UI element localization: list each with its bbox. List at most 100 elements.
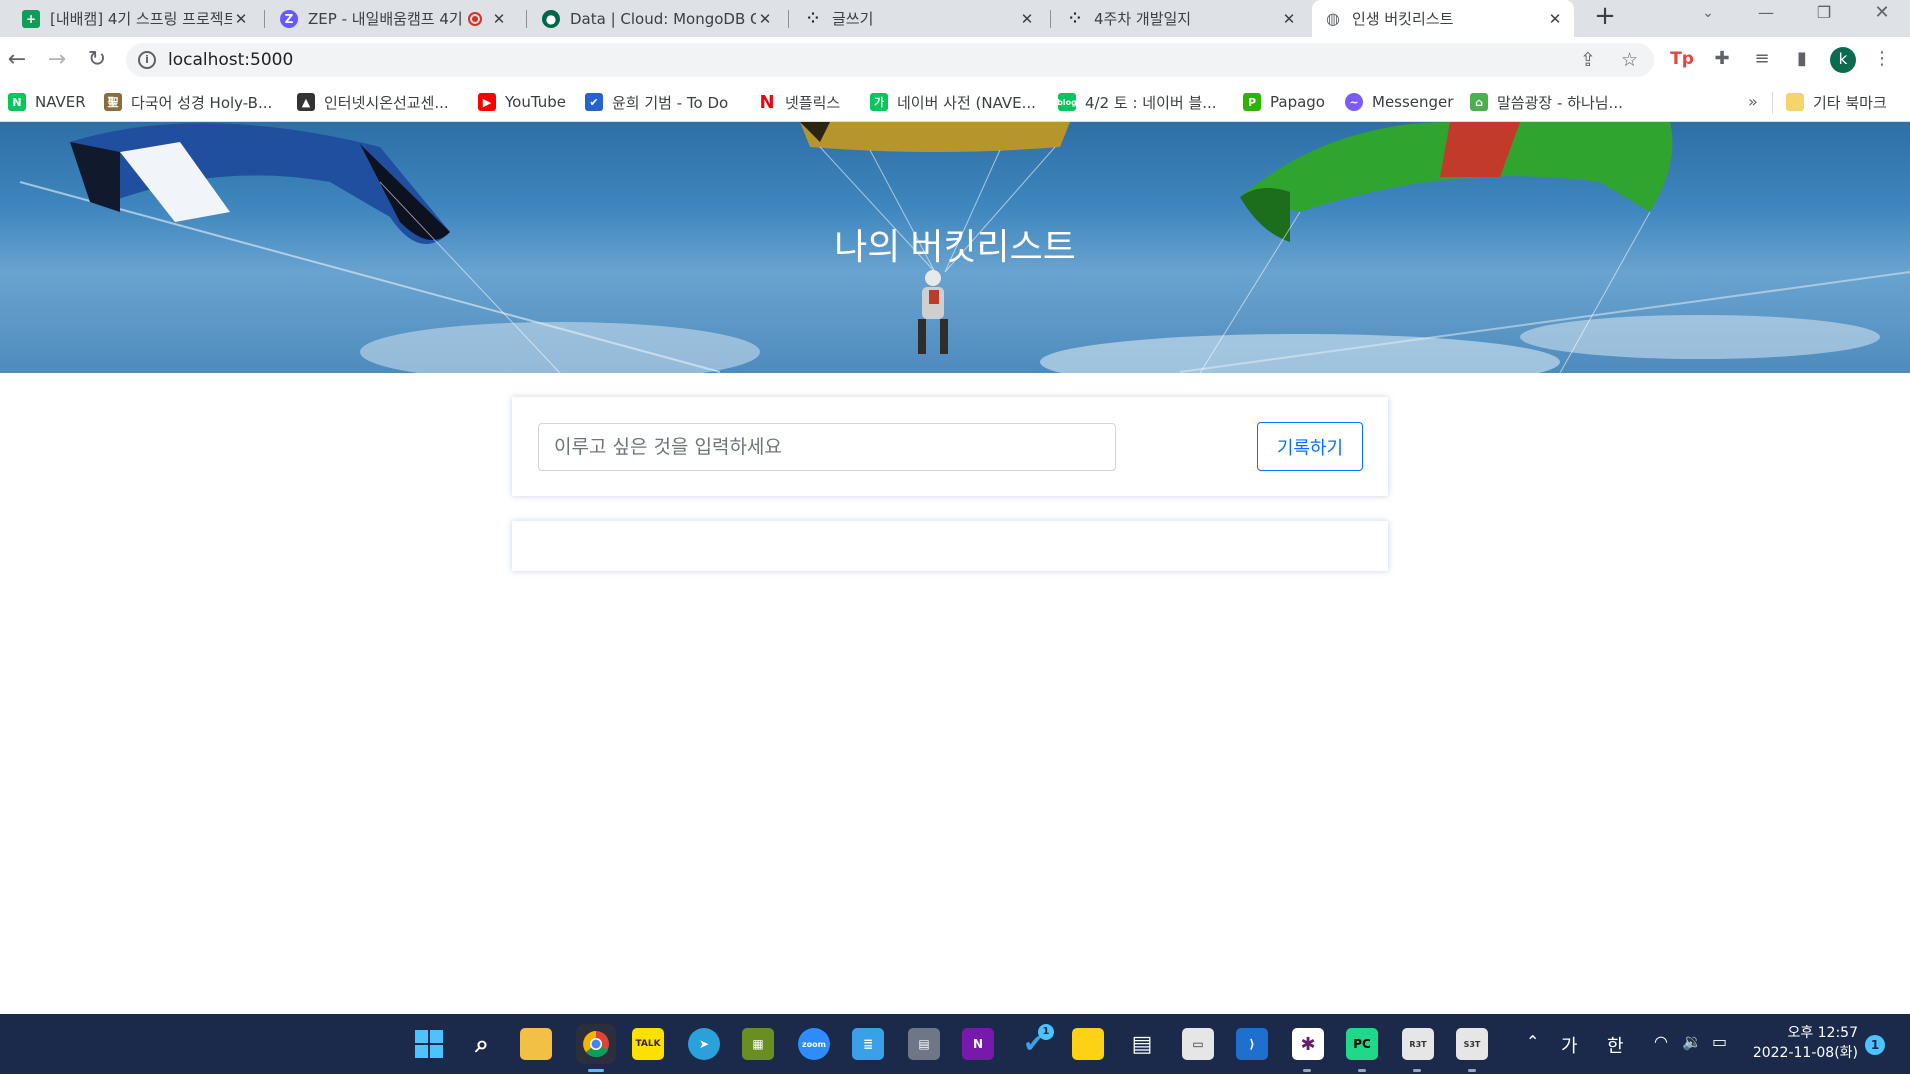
bookmark-todo[interactable]: ✔ 윤희 기범 - To Do xyxy=(585,83,728,121)
bookmarks-overflow-icon[interactable]: » xyxy=(1748,92,1758,111)
velog-icon: ⁘ xyxy=(807,10,819,27)
tab-title: 4주차 개발일지 xyxy=(1094,10,1192,28)
side-panel-icon[interactable]: ▮ xyxy=(1788,45,1816,73)
bookmark-star-icon[interactable]: ☆ xyxy=(1621,49,1638,71)
restore-button[interactable]: ❐ xyxy=(1796,0,1852,30)
bookmark-papago[interactable]: P Papago xyxy=(1243,83,1325,121)
zoom-icon[interactable]: zoom xyxy=(798,1028,830,1060)
slack-icon[interactable]: ✱ xyxy=(1292,1028,1324,1060)
bucket-input-card: 기록하기 xyxy=(512,397,1388,496)
new-tab-button[interactable]: + xyxy=(1590,2,1620,32)
chrome-icon[interactable] xyxy=(576,1024,616,1064)
bookmark-label: 윤희 기범 - To Do xyxy=(612,93,729,112)
calculator-icon[interactable]: ▤ xyxy=(908,1028,940,1060)
close-window-button[interactable]: ✕ xyxy=(1854,0,1910,30)
tab-zep[interactable]: Z ZEP - 내일배움캠프 4기 ✕ xyxy=(268,0,518,37)
page-title: 나의 버킷리스트 xyxy=(834,226,1076,267)
search-icon[interactable]: ⌕ xyxy=(466,1028,498,1060)
bookmark-naver-dict[interactable]: 가 네이버 사전 (NAVE... xyxy=(870,83,1036,121)
mongodb-icon: ● xyxy=(542,9,560,28)
globe-icon: ◍ xyxy=(1326,9,1340,28)
close-icon[interactable]: ✕ xyxy=(1546,10,1564,28)
tab-search-icon[interactable]: ⌄ xyxy=(1680,0,1736,30)
todo-badge: 1 xyxy=(1038,1024,1054,1040)
telegram-icon[interactable]: ➤ xyxy=(688,1028,720,1060)
tp-extension-icon[interactable]: Tp xyxy=(1668,45,1696,73)
graduation-cap-icon: ▲ xyxy=(297,93,315,111)
running-indicator xyxy=(1413,1069,1421,1072)
share-icon[interactable]: ⇪ xyxy=(1580,49,1596,71)
battery-icon[interactable]: ▭ xyxy=(1712,1032,1727,1051)
bookmark-bible[interactable]: 聖 다국어 성경 Holy-B... xyxy=(104,83,272,121)
notepad-icon[interactable]: ≣ xyxy=(852,1028,884,1060)
site-info-icon[interactable]: i xyxy=(138,51,156,69)
wifi-icon[interactable]: ◠ xyxy=(1654,1032,1668,1051)
bookmark-label: 넷플릭스 xyxy=(785,93,841,112)
bookmark-youtube[interactable]: ▶ YouTube xyxy=(478,83,566,121)
sticky-notes-icon[interactable] xyxy=(1072,1028,1104,1060)
close-icon[interactable]: ✕ xyxy=(232,10,250,28)
todo-check-icon: ✔ xyxy=(585,93,603,111)
menu-kebab-icon[interactable]: ⋮ xyxy=(1868,45,1896,73)
tab-title: ZEP - 내일배움캠프 4기 xyxy=(308,10,463,28)
bookmark-zion[interactable]: ▲ 인터넷시온선교센... xyxy=(297,83,449,121)
address-bar[interactable]: i localhost:5000 ⇪ ☆ xyxy=(126,43,1654,77)
youtube-icon: ▶ xyxy=(478,93,496,111)
close-icon[interactable]: ✕ xyxy=(1280,10,1298,28)
url-text[interactable]: localhost:5000 xyxy=(168,50,293,70)
minimize-button[interactable]: — xyxy=(1738,0,1794,30)
bucket-input[interactable] xyxy=(538,423,1116,471)
folder-icon xyxy=(1786,93,1804,111)
bucket-list-card xyxy=(512,521,1388,571)
robo3t-icon[interactable]: R3T xyxy=(1402,1028,1434,1060)
clock[interactable]: 오후 12:57 2022-11-08(화) xyxy=(1740,1023,1858,1063)
document-icon[interactable]: ▤ xyxy=(1126,1028,1158,1060)
bookmark-naver[interactable]: N NAVER xyxy=(8,83,86,121)
ime-language-indicator[interactable]: 한 xyxy=(1607,1032,1624,1058)
photo-viewer-icon[interactable]: ▦ xyxy=(742,1028,774,1060)
windows-start-icon[interactable] xyxy=(413,1028,445,1060)
vscode-icon[interactable]: ⟩ xyxy=(1236,1028,1268,1060)
profile-avatar[interactable]: k xyxy=(1830,47,1856,73)
bookmark-messenger[interactable]: ~ Messenger xyxy=(1345,83,1453,121)
tab-strip: + [내배캠] 4기 스프링 프로젝트 ✕ Z ZEP - 내일배움캠프 4기 … xyxy=(0,0,1910,37)
bible-icon: 聖 xyxy=(104,93,122,111)
browser-toolbar: ← → ↻ i localhost:5000 ⇪ ☆ Tp ✚ ≡ ▮ k ⋮ xyxy=(0,37,1910,83)
bookmark-label: Messenger xyxy=(1372,93,1454,111)
tab-divider xyxy=(788,10,789,28)
bookmark-church[interactable]: ⌂ 말씀광장 - 하나님... xyxy=(1470,83,1623,121)
tab-mongodb[interactable]: ● Data | Cloud: MongoDB Cloud ✕ xyxy=(530,0,784,37)
file-explorer-icon[interactable] xyxy=(520,1028,552,1060)
image-editor-icon[interactable]: ▭ xyxy=(1182,1028,1214,1060)
clock-time: 오후 12:57 xyxy=(1787,1025,1858,1041)
onenote-icon[interactable]: N xyxy=(962,1028,994,1060)
kakaotalk-icon[interactable]: TALK xyxy=(632,1028,664,1060)
ime-mode-indicator[interactable]: 가 xyxy=(1561,1032,1578,1058)
extensions-puzzle-icon[interactable]: ✚ xyxy=(1708,45,1736,73)
bookmark-label: YouTube xyxy=(505,93,566,111)
notification-badge[interactable]: 1 xyxy=(1865,1035,1885,1055)
naver-blog-icon: blog xyxy=(1057,93,1077,111)
pycharm-icon[interactable]: PC xyxy=(1346,1028,1378,1060)
studio3t-icon[interactable]: S3T xyxy=(1456,1028,1488,1060)
tab-write[interactable]: ⁘ 글쓰기 ✕ xyxy=(792,0,1046,37)
bookmark-netflix[interactable]: N 넷플릭스 xyxy=(758,83,840,121)
close-icon[interactable]: ✕ xyxy=(1018,10,1036,28)
reload-icon[interactable]: ↻ xyxy=(82,45,112,75)
close-icon[interactable]: ✕ xyxy=(756,10,774,28)
bookmark-label: NAVER xyxy=(35,93,86,111)
record-button[interactable]: 기록하기 xyxy=(1257,422,1363,471)
media-queue-icon[interactable]: ≡ xyxy=(1748,45,1776,73)
volume-icon[interactable]: 🔉 xyxy=(1682,1032,1702,1051)
forward-icon[interactable]: → xyxy=(42,45,72,75)
close-icon[interactable]: ✕ xyxy=(490,10,508,28)
tray-overflow-icon[interactable]: ⌃ xyxy=(1526,1032,1539,1051)
tab-bucketlist[interactable]: ◍ 인생 버킷리스트 ✕ xyxy=(1312,0,1574,37)
bookmark-other-folder[interactable]: 기타 북마크 xyxy=(1786,83,1887,121)
clock-date: 2022-11-08(화) xyxy=(1752,1045,1858,1061)
back-icon[interactable]: ← xyxy=(2,45,32,75)
tab-devlog[interactable]: ⁘ 4주차 개발일지 ✕ xyxy=(1054,0,1308,37)
bookmark-naver-blog[interactable]: blog 4/2 토 : 네이버 블... xyxy=(1057,83,1217,121)
recording-icon xyxy=(468,11,482,26)
tab-sheets[interactable]: + [내배캠] 4기 스프링 프로젝트 ✕ xyxy=(10,0,260,37)
